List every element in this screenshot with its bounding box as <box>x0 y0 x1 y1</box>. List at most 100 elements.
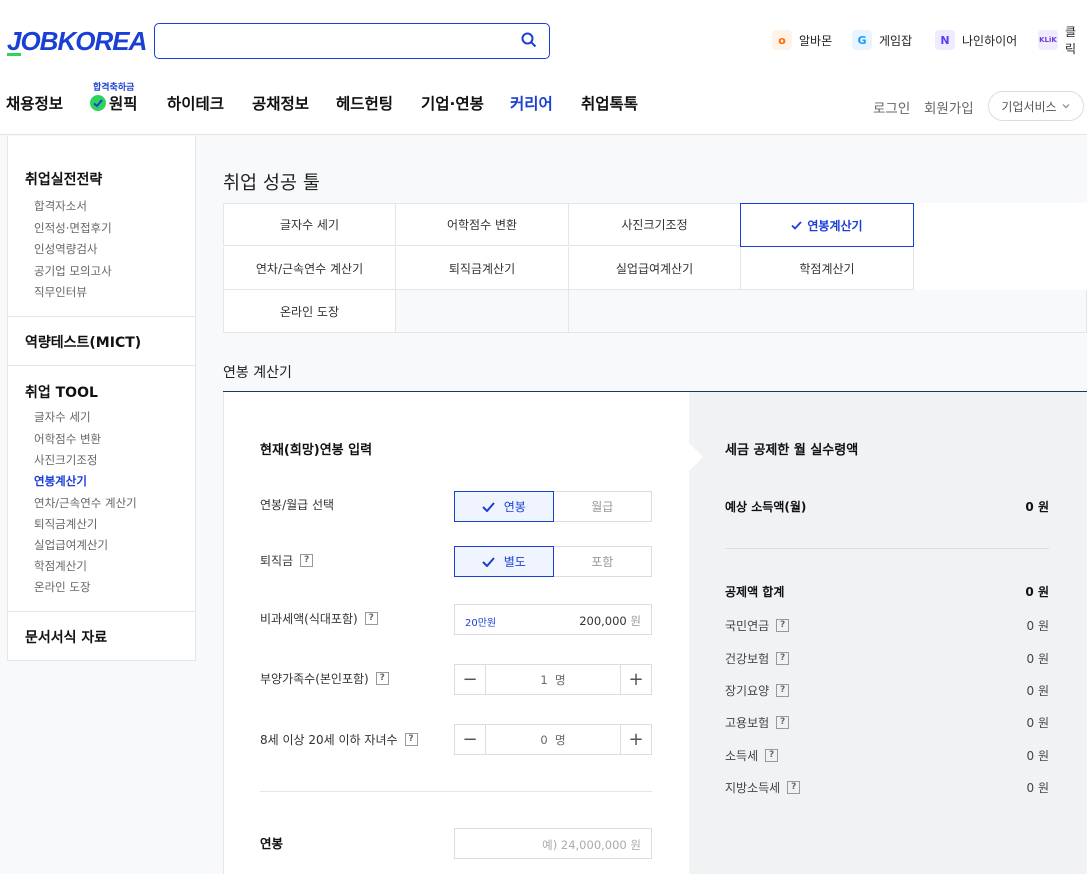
sidebar-link[interactable]: 어학점수 변환 <box>34 431 101 447</box>
help-icon[interactable]: ? <box>776 652 790 665</box>
tool-tab[interactable]: 글자수 세기 <box>223 203 396 246</box>
sidebar-link[interactable]: 퇴직금계산기 <box>34 516 97 532</box>
divider <box>8 611 195 612</box>
help-icon[interactable]: ? <box>776 619 790 632</box>
option-included[interactable]: 포함 <box>553 546 652 577</box>
help-icon[interactable]: ? <box>776 684 790 697</box>
nontax-hint: 20만원 <box>465 618 497 629</box>
gnb-talk[interactable]: 취업톡톡 <box>581 92 638 114</box>
deduction-item-label: 건강보험? <box>725 650 790 667</box>
search-icon[interactable] <box>521 32 537 48</box>
salary-placeholder: 예) 24,000,000 원 <box>542 838 641 852</box>
tool-tab[interactable]: 실업급여계산기 <box>569 247 741 290</box>
family-site-albamon[interactable]: o 알바몬 <box>772 30 832 50</box>
gamejob-icon: G <box>852 30 872 50</box>
deduction-item-value: 0 원 <box>1026 619 1050 633</box>
sidebar-link-active[interactable]: 연봉계산기 <box>34 473 87 489</box>
children-value[interactable]: 0 명 <box>486 725 620 754</box>
sidebar-link[interactable]: 온라인 도장 <box>34 579 91 595</box>
tool-tab[interactable]: 어학점수 변환 <box>396 203 569 246</box>
sidebar-title-docs[interactable]: 문서서식 자료 <box>25 627 107 647</box>
sidebar-title-tool[interactable]: 취업 TOOL <box>25 382 98 402</box>
check-icon <box>791 220 803 230</box>
family-site-klik[interactable]: KLiK 클릭 <box>1038 25 1087 56</box>
gnb-career[interactable]: 커리어 <box>510 92 553 114</box>
tool-tab[interactable]: 연차/근속연수 계산기 <box>223 247 396 290</box>
help-icon[interactable]: ? <box>364 612 378 625</box>
deduction-total-label: 공제액 합계 <box>725 585 785 599</box>
tool-empty <box>569 290 1087 333</box>
check-icon <box>481 556 495 567</box>
ninehire-icon: N <box>935 30 955 50</box>
sidebar-title-mict[interactable]: 역량테스트(MICT) <box>25 332 141 352</box>
gnb-public[interactable]: 공채정보 <box>252 92 309 114</box>
sidebar-link[interactable]: 실업급여계산기 <box>34 537 108 553</box>
login-link[interactable]: 로그인 <box>873 97 910 117</box>
plus-button[interactable]: + <box>620 725 651 754</box>
tool-tab[interactable]: 사진크기조정 <box>569 203 741 246</box>
sidebar-link[interactable]: 합격자소서 <box>34 198 87 214</box>
tool-tab[interactable]: 퇴직금계산기 <box>396 247 569 290</box>
deduction-total-value: 0 원 <box>1025 585 1049 599</box>
divider <box>8 316 195 317</box>
salary-input[interactable]: 예) 24,000,000 원 <box>454 828 652 859</box>
sidebar-link[interactable]: 사진크기조정 <box>34 452 97 468</box>
sidebar-link[interactable]: 연차/근속연수 계산기 <box>34 495 137 511</box>
dependents-value[interactable]: 1 명 <box>486 665 620 694</box>
option-monthly[interactable]: 월급 <box>553 491 652 522</box>
gnb-headhunting[interactable]: 헤드헌팅 <box>336 92 393 114</box>
sidebar-title-strategy[interactable]: 취업실전전략 <box>25 169 102 189</box>
sidebar-link[interactable]: 공기업 모의고사 <box>34 263 112 279</box>
sidebar-link[interactable]: 인적성·면접후기 <box>34 220 112 236</box>
deduction-item-value: 0 원 <box>1026 652 1050 666</box>
tool-tab[interactable]: 학점계산기 <box>741 247 914 290</box>
deduction-item-label: 소득세? <box>725 747 779 764</box>
input-title: 현재(희망)연봉 입력 <box>260 443 373 458</box>
check-circle-icon <box>90 95 106 111</box>
tool-empty <box>396 290 569 333</box>
salary-label: 연봉 <box>260 836 284 851</box>
gnb-company-salary[interactable]: 기업·연봉 <box>421 92 484 114</box>
jobkorea-logo[interactable]: JOBKOREA <box>7 26 147 57</box>
gnb-hightech[interactable]: 하이테크 <box>167 92 224 114</box>
family-site-ninehire[interactable]: N 나인하이어 <box>935 30 1017 50</box>
help-icon[interactable]: ? <box>375 672 389 685</box>
deduction-item-label: 고용보험? <box>725 714 790 731</box>
tool-tab-selected[interactable]: 연봉계산기 <box>740 203 914 247</box>
corp-service-button[interactable]: 기업서비스 <box>988 91 1084 121</box>
deduction-item-value: 0 원 <box>1026 684 1050 698</box>
deduction-item-value: 0 원 <box>1026 716 1050 730</box>
plus-button[interactable]: + <box>620 665 651 694</box>
option-separate[interactable]: 별도 <box>454 546 554 577</box>
salary-type-toggle: 연봉 월급 <box>454 491 652 522</box>
sidebar-link[interactable]: 직무인터뷰 <box>34 284 87 300</box>
minus-button[interactable]: − <box>455 665 486 694</box>
sidebar-link[interactable]: 인성역량검사 <box>34 241 97 257</box>
nontax-label: 비과세액(식대포함)? <box>260 610 378 627</box>
sidebar-link[interactable]: 글자수 세기 <box>34 409 91 425</box>
expected-income-value: 0 원 <box>1025 500 1049 514</box>
help-icon[interactable]: ? <box>765 749 779 762</box>
help-icon[interactable]: ? <box>404 733 418 746</box>
nontax-input[interactable]: 20만원 200,000 원 <box>454 604 652 635</box>
nontax-value: 200,000 원 <box>579 614 641 628</box>
albamon-icon: o <box>772 30 792 50</box>
severance-toggle: 별도 포함 <box>454 546 652 577</box>
divider <box>725 548 1049 549</box>
help-icon[interactable]: ? <box>776 716 790 729</box>
minus-button[interactable]: − <box>455 725 486 754</box>
tool-tab[interactable]: 온라인 도장 <box>223 290 396 333</box>
sidebar-link[interactable]: 학점계산기 <box>34 558 87 574</box>
gnb-recruit[interactable]: 채용정보 <box>6 92 63 114</box>
help-icon[interactable]: ? <box>300 554 314 567</box>
search-input[interactable] <box>154 23 550 59</box>
help-icon[interactable]: ? <box>787 781 801 794</box>
severance-label: 퇴직금? <box>260 552 314 569</box>
gnb-onepick[interactable]: 원픽 <box>90 92 138 114</box>
header: JOBKOREA o 알바몬 G 게임잡 N 나인하이어 KLiK 클릭 채용정보 합격… <box>0 0 1087 135</box>
signup-link[interactable]: 회원가입 <box>924 97 974 117</box>
family-site-gamejob[interactable]: G 게임잡 <box>852 30 912 50</box>
check-icon <box>481 501 495 512</box>
deduction-item-label: 장기요양? <box>725 682 790 699</box>
option-annual[interactable]: 연봉 <box>454 491 554 522</box>
